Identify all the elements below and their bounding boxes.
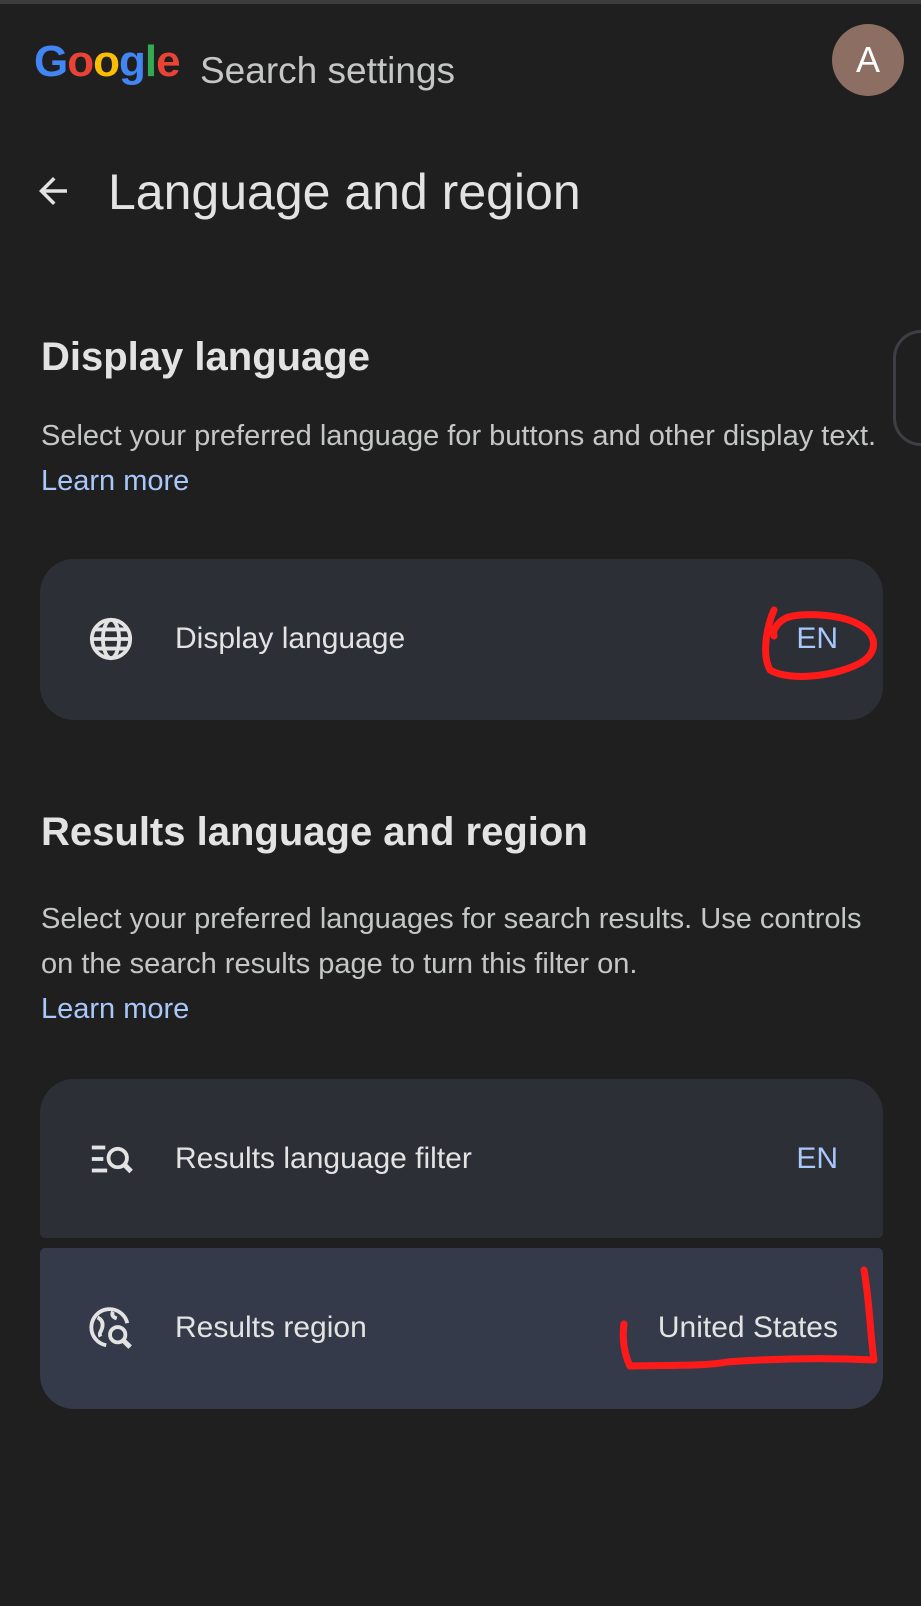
section-description: Select your preferred languages for sear… — [41, 897, 881, 1032]
row-label: Results language filter — [175, 1142, 472, 1175]
scroll-indicator — [893, 330, 921, 446]
description-text: Select your preferred language for butto… — [41, 420, 877, 452]
section-description: Select your preferred language for butto… — [41, 414, 881, 504]
header: Google Search settings A — [0, 4, 921, 124]
logo-letter: G — [34, 37, 68, 86]
section-heading-results: Results language and region — [41, 810, 588, 854]
arrow-left-icon[interactable] — [32, 170, 74, 212]
page-title: Language and region — [108, 164, 581, 220]
filter-search-icon — [88, 1136, 134, 1182]
row-label: Display language — [175, 622, 406, 655]
logo-letter: g — [119, 37, 146, 86]
logo-letter: o — [67, 37, 94, 86]
google-logo[interactable]: Google — [34, 37, 181, 86]
results-language-filter-row[interactable]: Results language filter EN — [40, 1079, 883, 1238]
logo-letter: l — [144, 37, 157, 86]
row-value: United States — [657, 1311, 838, 1344]
logo-letter: e — [156, 37, 181, 86]
results-region-row[interactable]: Results region United States — [40, 1248, 883, 1409]
globe-search-icon — [88, 1305, 134, 1351]
display-language-row[interactable]: Display language EN — [40, 559, 883, 720]
logo-letter: o — [93, 37, 120, 86]
globe-icon — [88, 616, 134, 662]
avatar[interactable]: A — [832, 24, 904, 96]
row-value: EN — [796, 1142, 838, 1175]
section-heading-display-language: Display language — [41, 335, 370, 379]
description-text: Select your preferred languages for sear… — [41, 903, 862, 980]
app-title: Search settings — [200, 50, 456, 91]
row-label: Results region — [175, 1311, 367, 1344]
learn-more-link[interactable]: Learn more — [41, 465, 189, 497]
learn-more-link[interactable]: Learn more — [41, 993, 189, 1025]
row-value: EN — [796, 622, 838, 655]
